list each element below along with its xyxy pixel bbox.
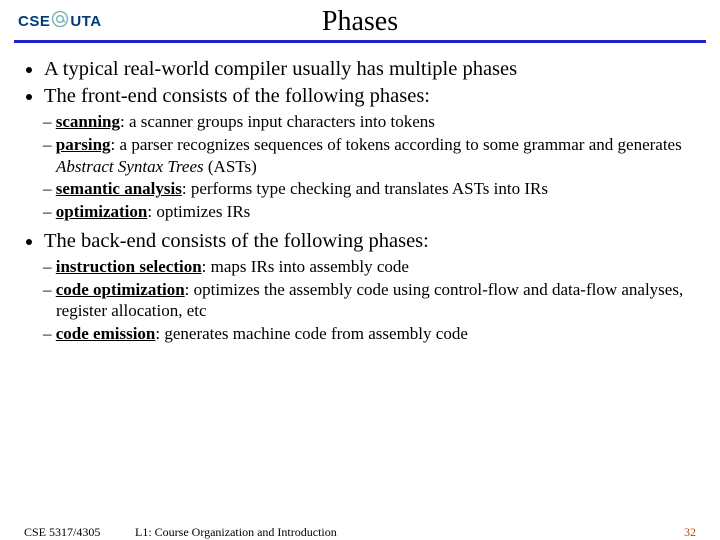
- frontend-list: scanning: a scanner groups input charact…: [22, 111, 698, 223]
- term: code optimization: [56, 280, 185, 299]
- desc2: (ASTs): [204, 157, 257, 176]
- desc: : generates machine code from assembly c…: [155, 324, 467, 343]
- backend-list: instruction selection: maps IRs into ass…: [22, 256, 698, 345]
- bullet-1: A typical real-world compiler usually ha…: [44, 57, 698, 82]
- term: optimization: [56, 202, 148, 221]
- back-item-code-optimization: code optimization: optimizes the assembl…: [56, 279, 698, 323]
- desc: : maps IRs into assembly code: [202, 257, 409, 276]
- slide-body: A typical real-world compiler usually ha…: [0, 43, 720, 345]
- logo-cse: CSE: [18, 13, 50, 30]
- front-item-scanning: scanning: a scanner groups input charact…: [56, 111, 698, 133]
- top-list: A typical real-world compiler usually ha…: [22, 57, 698, 109]
- back-item-code-emission: code emission: generates machine code fr…: [56, 323, 698, 345]
- desc: : a scanner groups input characters into…: [120, 112, 435, 131]
- term: scanning: [56, 112, 120, 131]
- logo: CSE UTA: [18, 10, 102, 32]
- logo-uta: UTA: [70, 13, 101, 30]
- desc: : performs type checking and translates …: [182, 179, 548, 198]
- top-list-2: The back-end consists of the following p…: [22, 229, 698, 254]
- footer-lecture: L1: Course Organization and Introduction: [135, 525, 337, 540]
- term: parsing: [56, 135, 111, 154]
- term: instruction selection: [56, 257, 202, 276]
- title-area: Phases: [0, 0, 720, 38]
- bullet-2: The front-end consists of the following …: [44, 84, 698, 109]
- term: semantic analysis: [56, 179, 182, 198]
- front-item-optimization: optimization: optimizes IRs: [56, 201, 698, 223]
- desc: : optimizes IRs: [147, 202, 250, 221]
- front-item-parsing: parsing: a parser recognizes sequences o…: [56, 134, 698, 178]
- bullet-3: The back-end consists of the following p…: [44, 229, 698, 254]
- front-item-semantic: semantic analysis: performs type checkin…: [56, 178, 698, 200]
- at-icon: [50, 10, 70, 32]
- footer-course: CSE 5317/4305: [24, 525, 100, 540]
- footer-page: 32: [684, 525, 696, 540]
- slide-title: Phases: [322, 6, 398, 37]
- term: code emission: [56, 324, 156, 343]
- desc1: : a parser recognizes sequences of token…: [111, 135, 682, 154]
- desc-ital: Abstract Syntax Trees: [56, 157, 204, 176]
- back-item-instruction-selection: instruction selection: maps IRs into ass…: [56, 256, 698, 278]
